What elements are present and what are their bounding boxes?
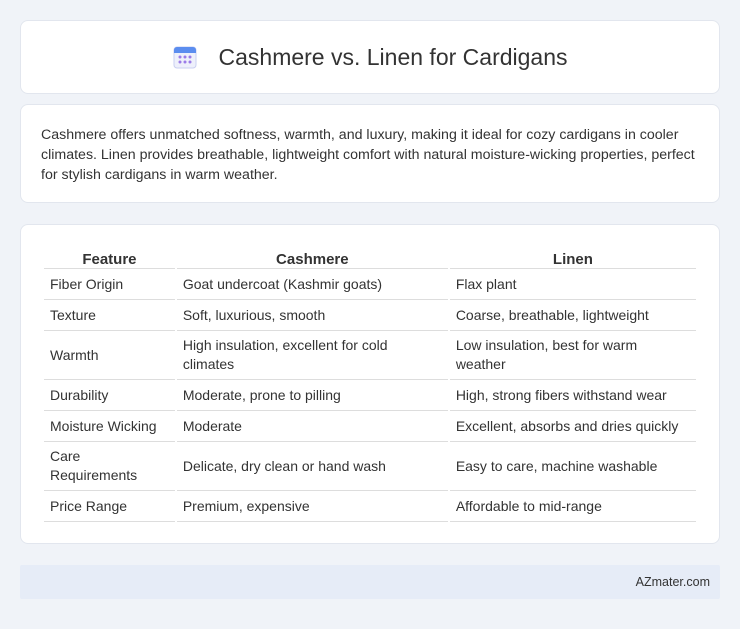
feature-cell: Durability — [44, 380, 175, 411]
footer: AZmater.com — [20, 565, 720, 599]
table-row: Fiber Origin Goat undercoat (Kashmir goa… — [44, 269, 696, 300]
summary-text: Cashmere offers unmatched softness, warm… — [41, 127, 695, 183]
table-row: Price Range Premium, expensive Affordabl… — [44, 491, 696, 522]
summary-card: Cashmere offers unmatched softness, warm… — [20, 104, 720, 203]
cashmere-cell: Moderate — [176, 411, 448, 442]
linen-cell: Low insulation, best for warm weather — [449, 331, 696, 380]
linen-cell: Coarse, breathable, lightweight — [449, 300, 696, 331]
cashmere-cell: Soft, luxurious, smooth — [176, 300, 448, 331]
cashmere-cell: Moderate, prone to pilling — [176, 380, 448, 411]
cashmere-cell: Premium, expensive — [176, 491, 448, 522]
table-row: Warmth High insulation, excellent for co… — [44, 331, 696, 380]
table-header-row: Feature Cashmere Linen — [44, 245, 696, 269]
linen-cell: Flax plant — [449, 269, 696, 300]
comparison-table: Feature Cashmere Linen Fiber Origin Goat… — [42, 245, 698, 522]
comparison-table-card: Feature Cashmere Linen Fiber Origin Goat… — [20, 224, 720, 544]
linen-cell: Affordable to mid-range — [449, 491, 696, 522]
header-cashmere: Cashmere — [176, 245, 448, 269]
feature-cell: Price Range — [44, 491, 175, 522]
header-feature: Feature — [44, 245, 175, 269]
table-row: Care Requirements Delicate, dry clean or… — [44, 442, 696, 491]
cashmere-cell: Delicate, dry clean or hand wash — [176, 442, 448, 491]
calendar-icon — [173, 45, 197, 69]
page-title: Cashmere vs. Linen for Cardigans — [218, 43, 568, 70]
table-row: Texture Soft, luxurious, smooth Coarse, … — [44, 300, 696, 331]
title-card: Cashmere vs. Linen for Cardigans — [20, 20, 720, 94]
cashmere-cell: High insulation, excellent for cold clim… — [176, 331, 448, 380]
linen-cell: Easy to care, machine washable — [449, 442, 696, 491]
feature-cell: Fiber Origin — [44, 269, 175, 300]
table-row: Moisture Wicking Moderate Excellent, abs… — [44, 411, 696, 442]
footer-source: AZmater.com — [635, 575, 710, 589]
feature-cell: Moisture Wicking — [44, 411, 175, 442]
feature-cell: Texture — [44, 300, 175, 331]
feature-cell: Warmth — [44, 331, 175, 380]
cashmere-cell: Goat undercoat (Kashmir goats) — [176, 269, 448, 300]
header-linen: Linen — [449, 245, 696, 269]
table-row: Durability Moderate, prone to pilling Hi… — [44, 380, 696, 411]
linen-cell: Excellent, absorbs and dries quickly — [449, 411, 696, 442]
linen-cell: High, strong fibers withstand wear — [449, 380, 696, 411]
feature-cell: Care Requirements — [44, 442, 175, 491]
